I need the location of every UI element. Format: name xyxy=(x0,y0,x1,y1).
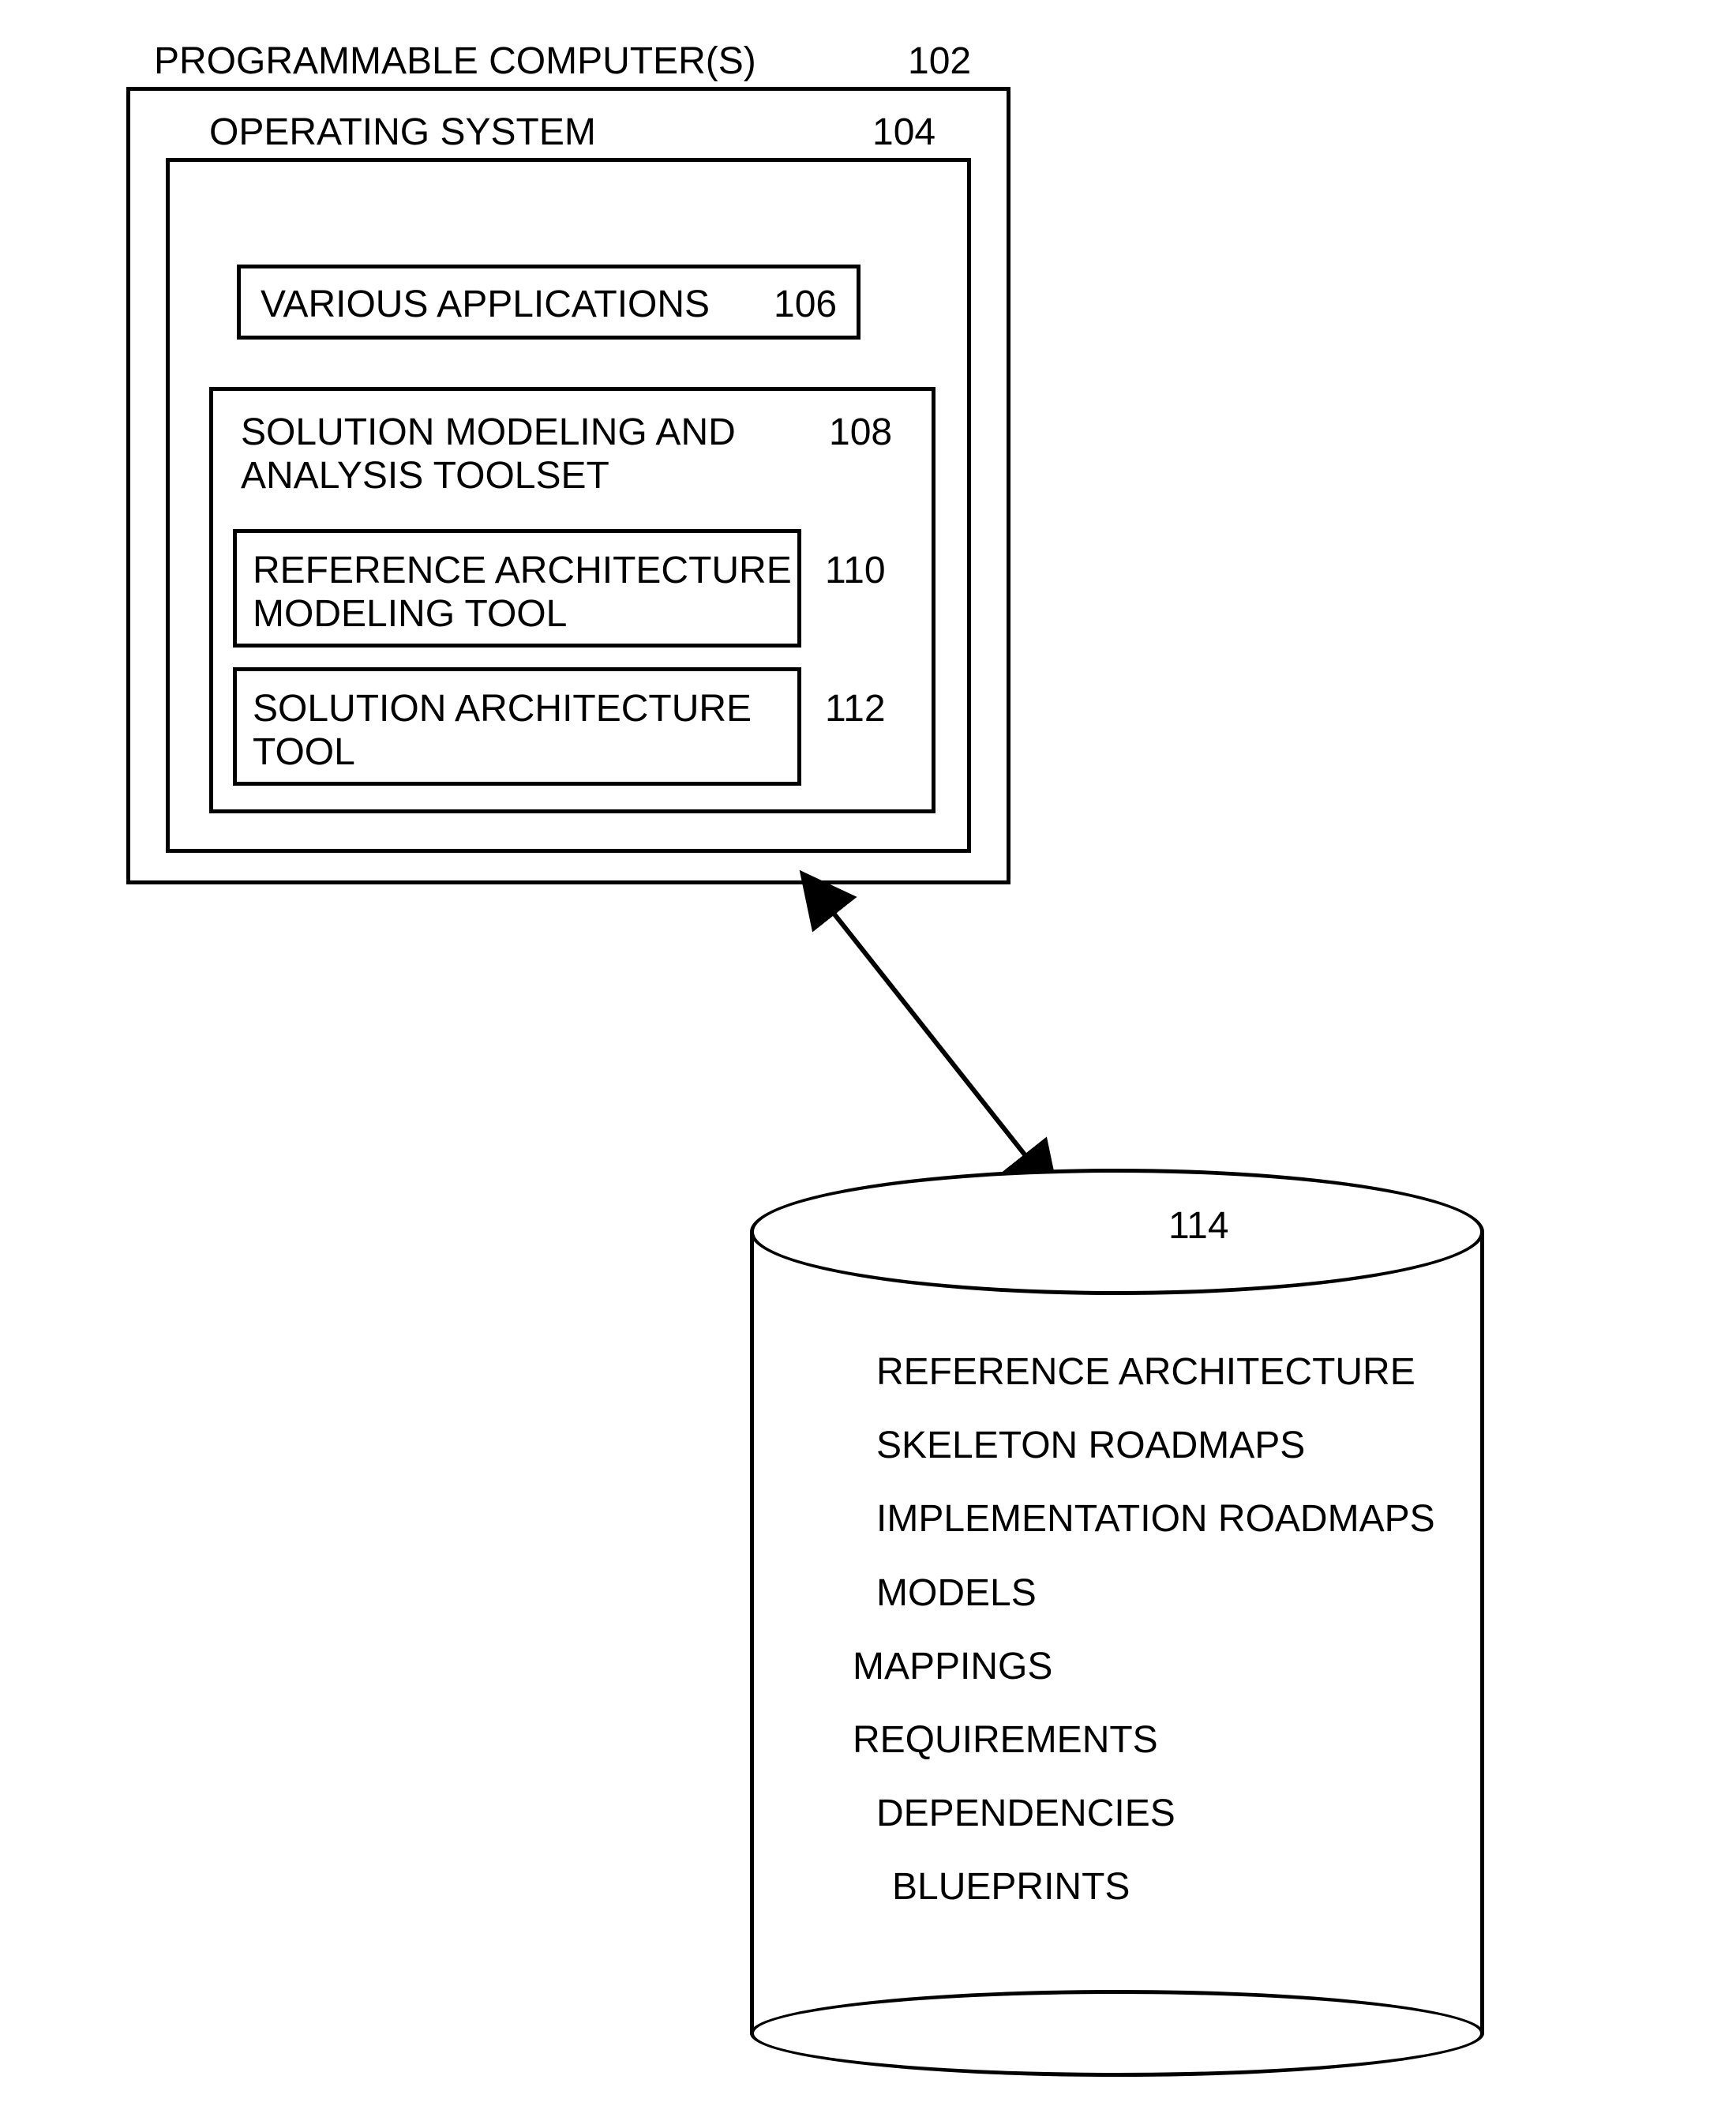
db-item: BLUEPRINTS xyxy=(892,1865,1484,1909)
os-ref: 104 xyxy=(872,111,935,154)
db-item: IMPLEMENTATION ROADMAPS xyxy=(876,1497,1484,1541)
datastore-items: REFERENCE ARCHITECTURE SKELETON ROADMAPS… xyxy=(853,1350,1484,1939)
db-item: SKELETON ROADMAPS xyxy=(876,1424,1484,1467)
apps-title: VARIOUS APPLICATIONS xyxy=(261,283,710,326)
datastore-ref: 114 xyxy=(1168,1204,1229,1248)
ref-arch-tool-ref: 110 xyxy=(825,549,886,592)
ref-arch-tool-title: REFERENCE ARCHITECTURE MODELING TOOL xyxy=(253,549,792,636)
db-item: REQUIREMENTS xyxy=(853,1718,1484,1762)
sol-arch-tool-ref: 112 xyxy=(825,687,886,730)
connector-arrow xyxy=(805,880,1058,1196)
computer-ref: 102 xyxy=(908,39,971,83)
toolset-title: SOLUTION MODELING AND ANALYSIS TOOLSET xyxy=(241,411,736,497)
db-item: REFERENCE ARCHITECTURE xyxy=(876,1350,1484,1394)
toolset-ref: 108 xyxy=(829,411,892,454)
os-title: OPERATING SYSTEM xyxy=(209,111,596,154)
db-item: MODELS xyxy=(876,1571,1484,1615)
sol-arch-tool-title: SOLUTION ARCHITECTURE TOOL xyxy=(253,687,752,774)
db-item: MAPPINGS xyxy=(853,1645,1484,1688)
db-item: DEPENDENCIES xyxy=(876,1792,1484,1835)
computer-title: PROGRAMMABLE COMPUTER(S) xyxy=(154,39,756,83)
apps-ref: 106 xyxy=(774,283,837,326)
